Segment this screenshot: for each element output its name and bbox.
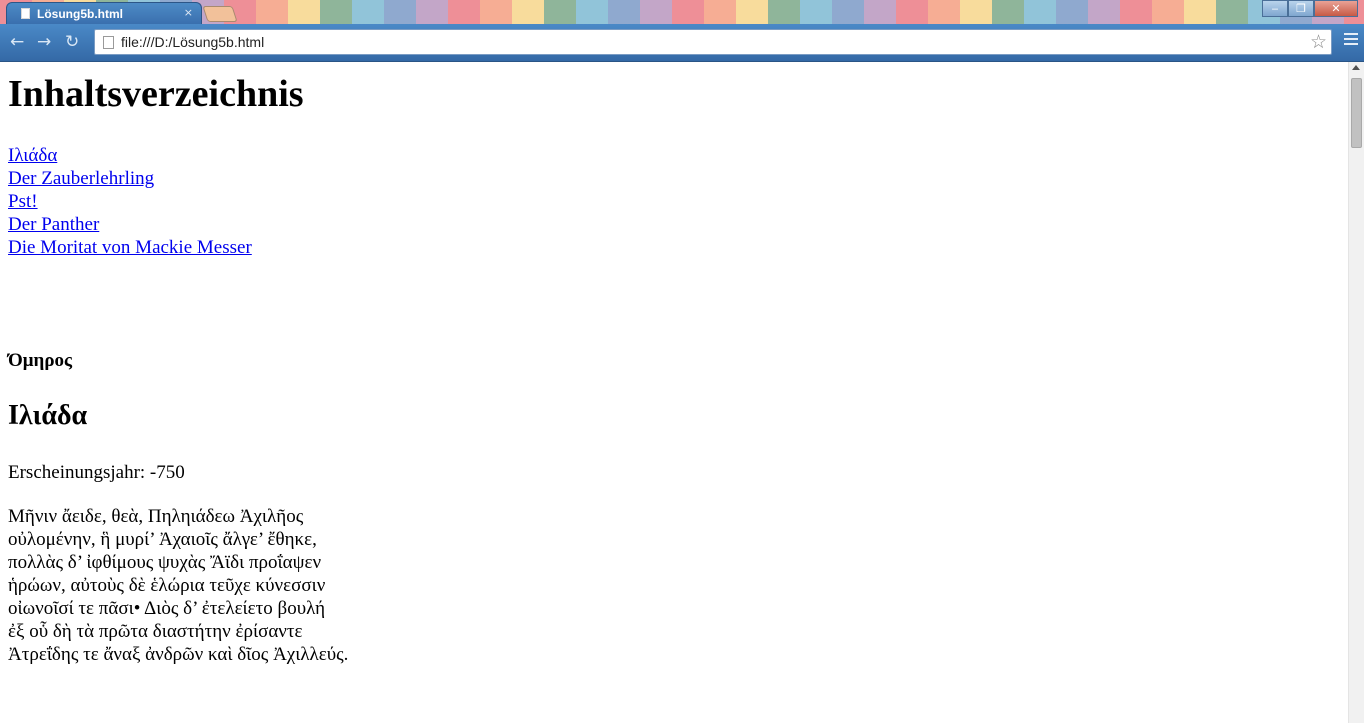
address-bar[interactable]: file:///D:/Lösung5b.html ☆	[94, 29, 1332, 55]
toc-link-iliad[interactable]: Ιλιάδα	[8, 144, 1338, 167]
new-tab-button[interactable]	[202, 6, 238, 22]
page-viewport: Inhaltsverzeichnis Ιλιάδα Der Zauberlehr…	[0, 62, 1348, 723]
poem-line: Μῆνιν ἄειδε, θεὰ, Πηληιάδεω Ἀχιλῆος	[8, 506, 304, 527]
close-tab-icon[interactable]: ×	[184, 6, 193, 19]
back-icon[interactable]: ←	[10, 32, 24, 52]
tab-title: Lösung5b.html	[37, 7, 123, 21]
author-name: Όμηρος	[8, 350, 73, 371]
restore-button[interactable]: ❐	[1288, 0, 1314, 17]
publication-year: Erscheinungsjahr: -750	[8, 462, 185, 483]
poem-line: οὐλομένην, ἣ μυρί’ Ἀχαιοῖς ἄλγε’ ἔθηκε,	[8, 529, 317, 550]
toc-link-panther[interactable]: Der Panther	[8, 213, 1338, 236]
work-title: Ιλιάδα	[8, 400, 88, 431]
page-icon	[103, 36, 114, 49]
vertical-scrollbar[interactable]	[1348, 62, 1364, 723]
browser-toolbar: ← → ↻ file:///D:/Lösung5b.html ☆	[0, 24, 1364, 62]
close-window-button[interactable]: ✕	[1314, 0, 1358, 17]
poem-line: οἰωνοῖσί τε πᾶσι• Διὸς δ’ ἐτελείετο βουλ…	[8, 598, 326, 619]
page-title: Inhaltsverzeichnis	[8, 73, 304, 115]
forward-icon[interactable]: →	[37, 32, 51, 52]
poem-line: Ἀτρεΐδης τε ἄναξ ἀνδρῶν καὶ δῖος Ἀχιλλεύ…	[8, 644, 349, 665]
bookmark-star-icon[interactable]: ☆	[1310, 31, 1327, 53]
table-of-contents: Ιλιάδα Der Zauberlehrling Pst! Der Panth…	[8, 144, 1338, 259]
poem-line: ἐξ οὗ δὴ τὰ πρῶτα διαστήτην ἐρίσαντε	[8, 621, 303, 642]
window-controls: ‒ ❐ ✕	[1262, 0, 1358, 18]
scrollbar-thumb[interactable]	[1351, 78, 1362, 148]
scroll-up-arrow-icon[interactable]	[1352, 65, 1360, 70]
minimize-button[interactable]: ‒	[1262, 0, 1288, 17]
poem-line: ἡρώων, αὐτοὺς δὲ ἑλώρια τεῦχε κύνεσσιν	[8, 575, 326, 596]
toc-link-zauberlehrling[interactable]: Der Zauberlehrling	[8, 167, 1338, 190]
toc-link-mackie-messer[interactable]: Die Moritat von Mackie Messer	[8, 236, 1338, 259]
title-bar: Lösung5b.html × ‒ ❐ ✕	[0, 0, 1364, 24]
reload-icon[interactable]: ↻	[65, 32, 79, 52]
poem-line: πολλὰς δ’ ἰφθίμους ψυχὰς Ἄϊδι προΐαψεν	[8, 552, 322, 573]
browser-tab[interactable]: Lösung5b.html ×	[6, 2, 202, 24]
page-icon	[21, 8, 30, 19]
poem-text: Μῆνιν ἄειδε, θεὰ, Πηληιάδεω Ἀχιλῆος οὐλο…	[8, 505, 348, 666]
url-text[interactable]: file:///D:/Lösung5b.html	[121, 34, 264, 50]
menu-icon[interactable]	[1344, 33, 1358, 48]
toc-link-pst[interactable]: Pst!	[8, 190, 1338, 213]
page-content: Inhaltsverzeichnis Ιλιάδα Der Zauberlehr…	[8, 62, 1338, 665]
